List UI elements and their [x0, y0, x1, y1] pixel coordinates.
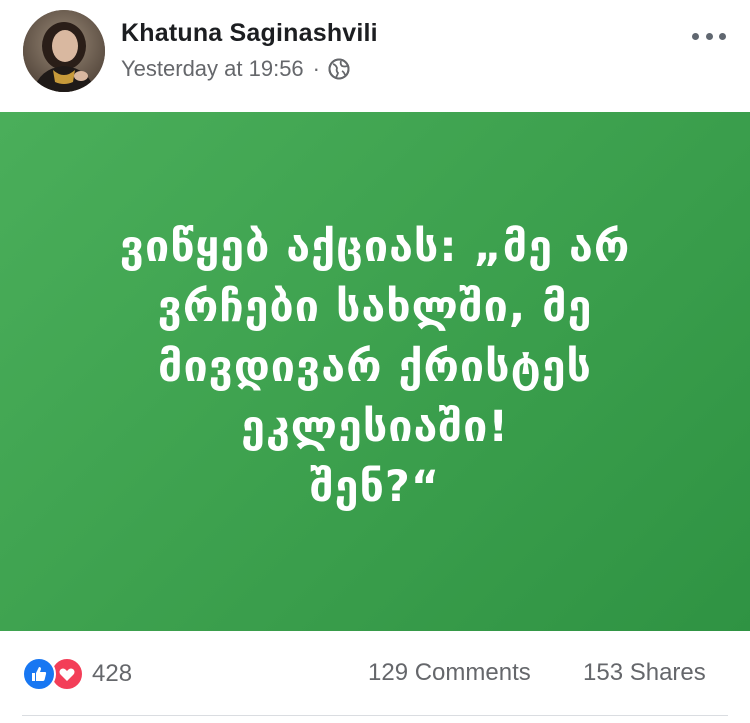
- shares-count-link[interactable]: 153 Shares: [583, 659, 706, 687]
- post-footer: 428 129 Comments 153 Shares: [0, 631, 750, 723]
- footer-divider: [22, 715, 728, 716]
- post-content-card[interactable]: ვიწყებ აქციას: „მე არ ვრჩები სახლში, მე …: [0, 112, 750, 631]
- reaction-count: 428: [92, 660, 133, 687]
- post-text: ვიწყებ აქციას: „მე არ ვრჩები სახლში, მე …: [55, 217, 695, 517]
- post-meta: Yesterday at 19:56 ·: [121, 56, 350, 82]
- meta-separator: ·: [312, 56, 320, 81]
- post-timestamp[interactable]: Yesterday at 19:56: [121, 56, 304, 82]
- reactions-summary[interactable]: 428: [22, 657, 132, 691]
- comments-count-link[interactable]: 129 Comments: [368, 659, 531, 687]
- post-text-line: ვრჩები სახლში, მე: [157, 281, 593, 332]
- avatar-photo: [23, 10, 105, 92]
- post-text-line: მივდივარ ქრისტეს: [158, 341, 592, 392]
- post-text-line: ვიწყებ აქციას: „მე არ: [119, 221, 631, 272]
- post-header: Khatuna Saginashvili Yesterday at 19:56 …: [0, 0, 750, 112]
- author-avatar[interactable]: [23, 10, 105, 92]
- more-dot: [719, 32, 726, 40]
- like-icon: [22, 657, 56, 691]
- post-text-line: ეკლესიაში!: [241, 401, 509, 452]
- more-dot: [705, 32, 713, 40]
- facebook-post: Khatuna Saginashvili Yesterday at 19:56 …: [0, 0, 750, 723]
- post-text-line: შენ?“: [309, 461, 441, 512]
- more-dot: [692, 32, 699, 40]
- author-name[interactable]: Khatuna Saginashvili: [121, 19, 378, 48]
- more-options-icon[interactable]: [692, 26, 726, 46]
- globe-icon[interactable]: [328, 58, 350, 80]
